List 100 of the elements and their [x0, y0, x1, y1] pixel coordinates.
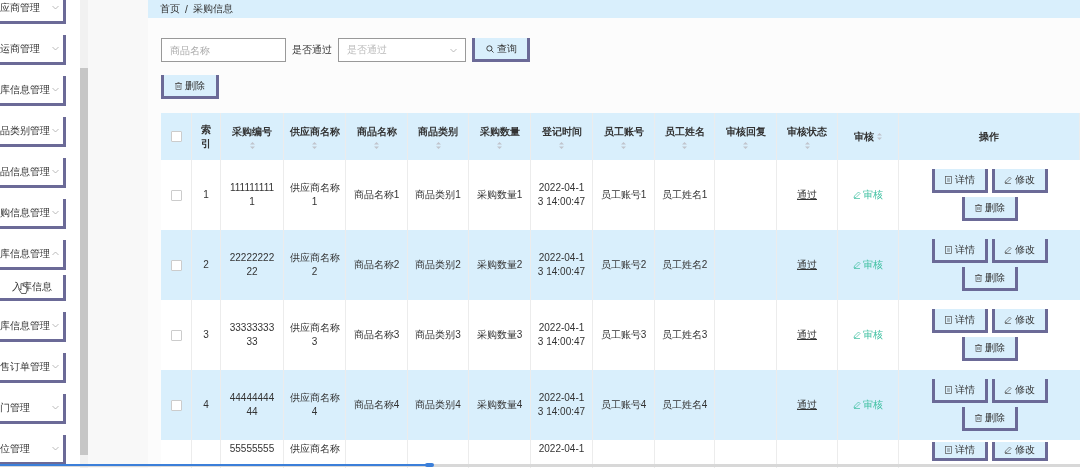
row-checkbox[interactable] — [170, 259, 182, 271]
sidebar-menu-item[interactable]: 库信息管理 — [0, 240, 66, 270]
detail-button[interactable]: 详情 — [931, 169, 988, 193]
supplier-cell: 供应商名称 — [289, 442, 340, 456]
sidebar-menu-item[interactable]: 售订单管理 — [0, 353, 66, 383]
sidebar-menu-item[interactable]: 应商管理 — [0, 0, 66, 24]
select-all-checkbox[interactable] — [170, 131, 182, 142]
chevron-icon — [52, 323, 59, 328]
row-checkbox[interactable] — [170, 189, 182, 201]
sort-icon[interactable] — [877, 133, 882, 140]
detail-button[interactable]: 详情 — [931, 309, 988, 333]
document-icon — [944, 446, 952, 454]
sort-icon[interactable] — [497, 141, 502, 149]
delete-button[interactable]: 删除 — [961, 197, 1018, 221]
sidebar-menu-item[interactable]: 门管理 — [0, 394, 66, 424]
chevron-icon — [52, 128, 59, 133]
trash-icon — [974, 203, 982, 212]
chevron-icon — [52, 87, 59, 92]
sort-icon[interactable] — [804, 141, 810, 149]
supplier-cell: 供应商名称1 — [288, 181, 341, 209]
pencil-icon — [853, 191, 861, 199]
column-header: 员工姓名 — [664, 124, 705, 139]
purchase-number-cell: 2222222222 — [229, 251, 275, 279]
index-cell: 3 — [203, 328, 209, 342]
pencil-icon — [1004, 446, 1012, 454]
horizontal-scrollbar[interactable] — [0, 464, 1080, 467]
sidebar-menu-item[interactable]: 运商管理 — [0, 35, 66, 65]
document-icon — [944, 245, 952, 254]
column-header: 采购数量 — [479, 124, 520, 139]
edit-button[interactable]: 修改 — [991, 379, 1048, 403]
delete-button[interactable]: 删除 — [961, 337, 1018, 361]
review-status-text: 通过 — [797, 258, 817, 272]
product-name-cell: 商品名称2 — [353, 258, 400, 272]
delete-button[interactable]: 删除 — [961, 407, 1018, 431]
sort-icon[interactable] — [374, 141, 379, 149]
sort-icon[interactable] — [435, 141, 441, 149]
sort-icon[interactable] — [682, 141, 687, 149]
employee-account-cell: 员工账号4 — [600, 398, 647, 412]
document-icon — [944, 315, 952, 324]
sidebar-menu-item[interactable]: 位管理 — [0, 435, 66, 465]
breadcrumb-item[interactable]: 首页 — [160, 2, 180, 16]
row-checkbox[interactable] — [170, 329, 182, 341]
index-cell: 4 — [203, 398, 209, 412]
pass-filter-label: 是否通过 — [292, 43, 332, 57]
edit-button[interactable]: 修改 — [991, 442, 1048, 461]
sidebar-menu-item[interactable]: 库信息管理 — [0, 76, 66, 106]
supplier-cell: 供应商名称3 — [288, 321, 341, 349]
sidebar-menu-item[interactable]: 购信息管理 — [0, 199, 66, 229]
purchase-number-cell: 4444444444 — [229, 391, 275, 419]
sort-icon[interactable] — [249, 141, 255, 149]
detail-button[interactable]: 详情 — [931, 379, 988, 403]
sidebar-menu-item[interactable]: 品类别管理 — [0, 117, 66, 147]
column-header: 审核 — [854, 129, 874, 144]
breadcrumb-item: 采购信息 — [192, 2, 233, 16]
edit-button[interactable]: 修改 — [991, 309, 1048, 333]
document-icon — [944, 385, 952, 394]
chevron-icon — [52, 210, 59, 215]
quantity-cell: 采购数量4 — [476, 398, 523, 412]
search-button[interactable]: 查询 — [472, 38, 530, 62]
quantity-cell: 采购数量3 — [476, 328, 523, 342]
pencil-icon — [1004, 175, 1012, 184]
column-header: 商品名称 — [356, 124, 397, 139]
employee-name-cell: 员工姓名4 — [661, 398, 708, 412]
row-checkbox[interactable] — [170, 399, 182, 411]
column-header: 审核状态 — [787, 124, 827, 139]
sort-icon[interactable] — [743, 141, 748, 149]
sidebar-menu-item[interactable]: 库信息管理 — [0, 312, 66, 342]
delete-button[interactable]: 删除 — [161, 75, 219, 99]
sort-icon[interactable] — [312, 141, 317, 149]
chevron-icon — [52, 405, 59, 410]
detail-button[interactable]: 详情 — [931, 239, 988, 263]
index-cell: 1 — [203, 188, 209, 202]
sort-icon[interactable] — [559, 141, 564, 149]
time-cell: 2022-04-13 14:00:47 — [536, 251, 587, 279]
vertical-scrollbar[interactable] — [80, 0, 88, 468]
chevron-icon — [52, 446, 59, 451]
product-name-field[interactable]: 商品名称 — [161, 38, 286, 62]
delete-button[interactable]: 删除 — [961, 267, 1018, 291]
time-cell: 2022-04-13 14:00:47 — [536, 181, 587, 209]
edit-button[interactable]: 修改 — [991, 169, 1048, 193]
product-name-cell: 商品名称4 — [353, 398, 400, 412]
edit-button[interactable]: 修改 — [991, 239, 1048, 263]
pencil-icon — [1004, 245, 1012, 254]
trash-icon — [974, 343, 982, 352]
review-status-text: 通过 — [797, 398, 817, 412]
trash-icon — [974, 273, 982, 282]
sort-icon[interactable] — [621, 141, 626, 149]
column-header: 登记时间 — [541, 124, 582, 139]
column-header: 索引 — [200, 122, 212, 151]
employee-name-cell: 员工姓名2 — [661, 258, 708, 272]
pencil-icon — [853, 401, 861, 409]
employee-name-cell: 员工姓名1 — [661, 188, 708, 202]
sidebar-menu-item[interactable]: 品信息管理 — [0, 158, 66, 188]
category-cell: 商品类别2 — [415, 258, 461, 272]
time-cell: 2022-04-1 — [538, 442, 585, 456]
product-name-cell: 商品名称1 — [353, 188, 400, 202]
purchase-number-cell: 55555555 — [229, 442, 275, 456]
detail-button[interactable]: 详情 — [931, 442, 988, 461]
chevron-icon — [450, 47, 457, 53]
chevron-icon — [52, 169, 59, 174]
